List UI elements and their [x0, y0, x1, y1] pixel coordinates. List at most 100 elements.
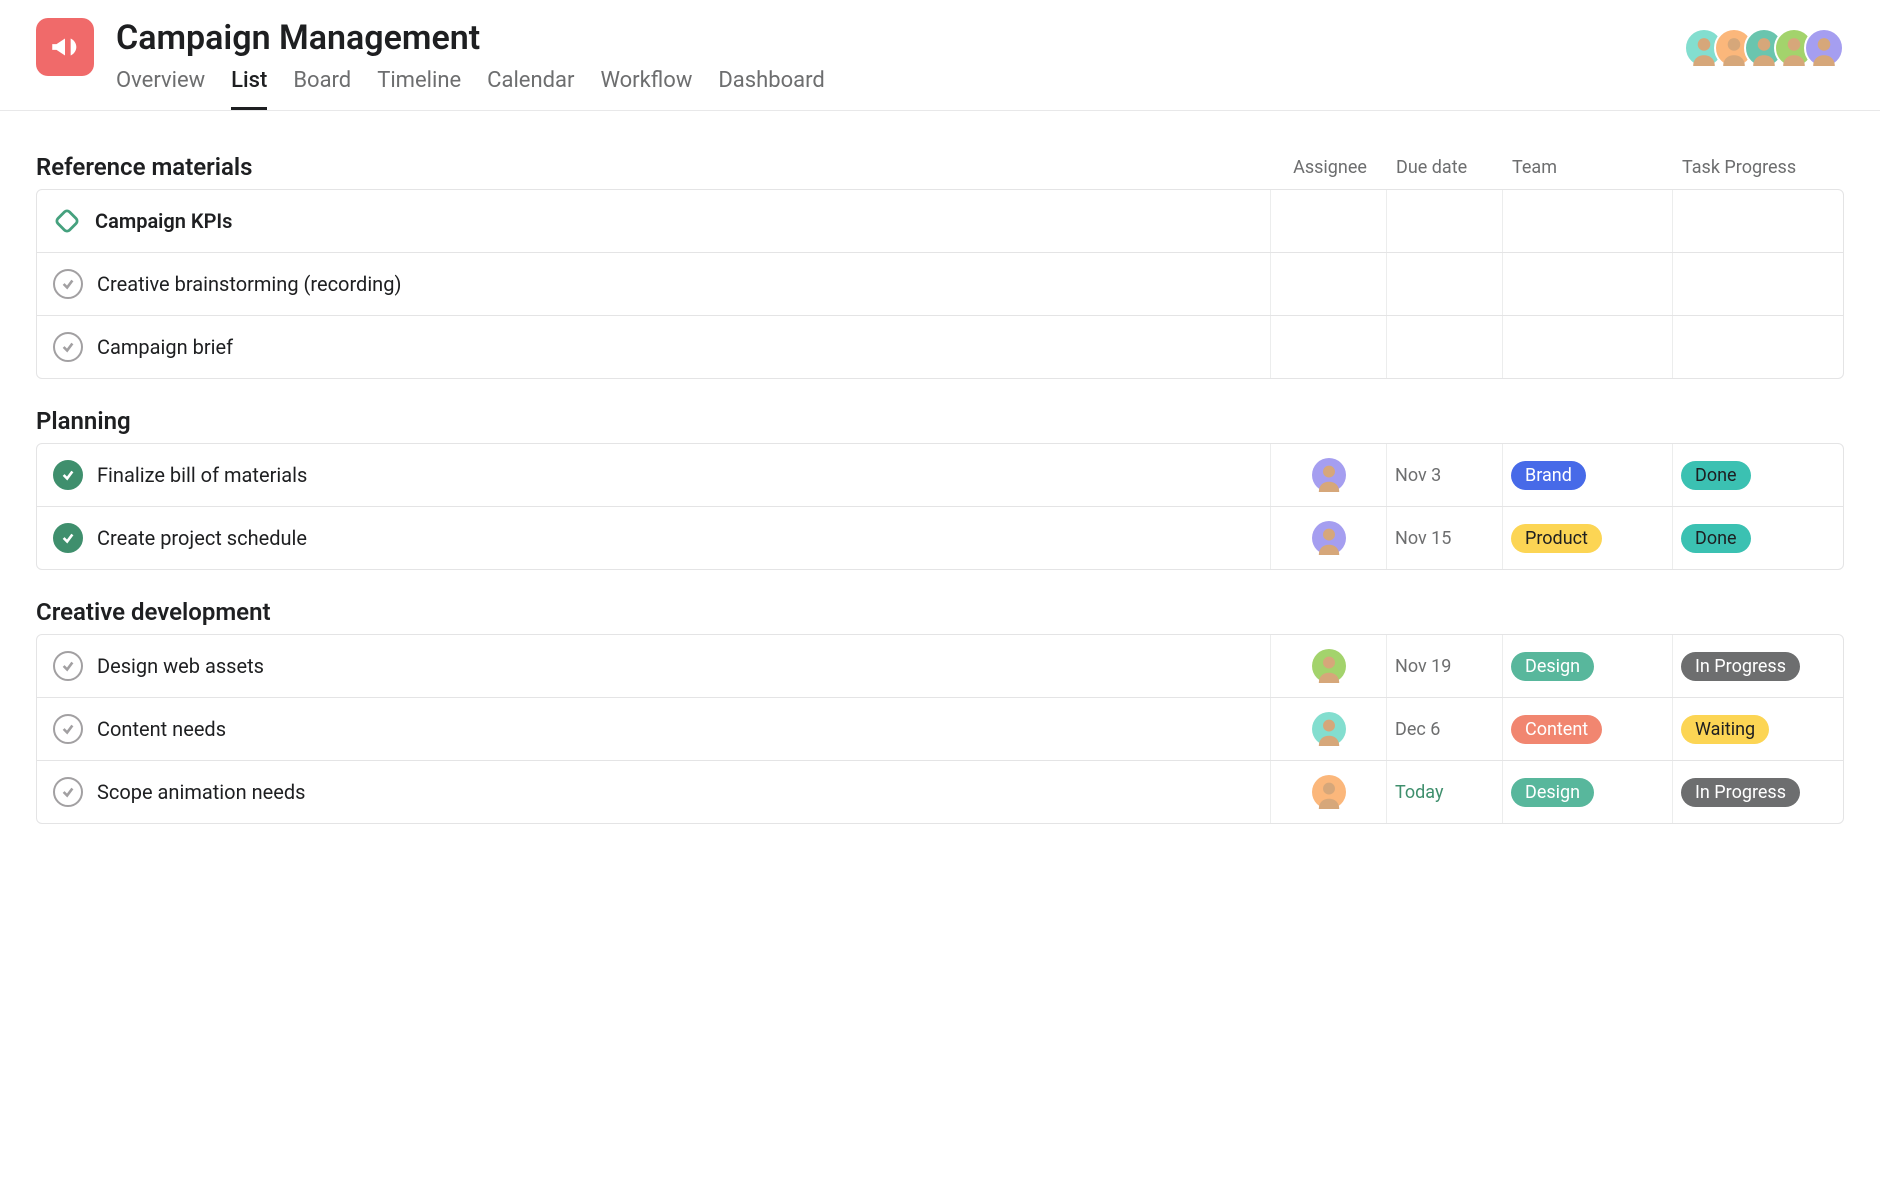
table-row[interactable]: Campaign brief	[37, 316, 1843, 378]
progress-cell[interactable]: In Progress	[1673, 778, 1843, 807]
section-title[interactable]: Reference materials	[36, 153, 1272, 181]
progress-tag: In Progress	[1681, 652, 1800, 681]
table-row[interactable]: Scope animation needs Today Design In Progr…	[37, 761, 1843, 823]
table-row[interactable]: Creative brainstorming (recording)	[37, 253, 1843, 316]
task-cell[interactable]: Campaign brief	[37, 316, 1271, 378]
team-cell[interactable]	[1503, 316, 1673, 378]
task-cell[interactable]: Campaign KPIs	[37, 190, 1271, 252]
progress-cell[interactable]: In Progress	[1673, 652, 1843, 681]
team-cell[interactable]: Product	[1503, 507, 1673, 569]
task-name[interactable]: Creative brainstorming (recording)	[97, 272, 401, 296]
tab-dashboard[interactable]: Dashboard	[718, 68, 824, 110]
assignee-cell[interactable]	[1271, 253, 1387, 315]
team-cell[interactable]: Design	[1503, 635, 1673, 697]
assignee-cell[interactable]	[1271, 635, 1387, 697]
assignee-cell[interactable]	[1271, 190, 1387, 252]
assignee-cell[interactable]	[1271, 507, 1387, 569]
task-cell[interactable]: Create project schedule	[37, 507, 1271, 569]
tab-calendar[interactable]: Calendar	[487, 68, 574, 110]
team-cell[interactable]: Brand	[1503, 444, 1673, 506]
team-tag: Design	[1511, 778, 1594, 807]
table-row[interactable]: Finalize bill of materials Nov 3 Brand Done	[37, 444, 1843, 507]
complete-toggle[interactable]	[53, 269, 83, 299]
collaborators[interactable]	[1684, 28, 1844, 68]
section-header: Creative development	[36, 598, 1844, 626]
due-cell[interactable]	[1387, 253, 1503, 315]
complete-toggle[interactable]	[53, 332, 83, 362]
assignee-cell[interactable]	[1271, 444, 1387, 506]
progress-cell[interactable]: Done	[1673, 461, 1843, 490]
col-due: Due date	[1388, 157, 1504, 178]
due-cell[interactable]: Nov 15	[1387, 507, 1503, 569]
task-name[interactable]: Design web assets	[97, 654, 264, 678]
task-name[interactable]: Content needs	[97, 717, 226, 741]
complete-toggle[interactable]	[53, 714, 83, 744]
team-tag: Brand	[1511, 461, 1586, 490]
collaborator-avatar[interactable]	[1804, 28, 1844, 68]
assignee-avatar[interactable]	[1312, 521, 1346, 555]
table-row[interactable]: Design web assets Nov 19 Design In Progress	[37, 635, 1843, 698]
tab-overview[interactable]: Overview	[116, 68, 205, 110]
team-tag: Product	[1511, 524, 1602, 553]
task-cell[interactable]: Finalize bill of materials	[37, 444, 1271, 506]
milestone-icon	[53, 207, 81, 235]
assignee-avatar[interactable]	[1312, 649, 1346, 683]
team-cell[interactable]	[1503, 190, 1673, 252]
team-cell[interactable]: Design	[1503, 761, 1673, 823]
task-name[interactable]: Create project schedule	[97, 526, 307, 550]
tab-list[interactable]: List	[231, 68, 267, 110]
complete-toggle[interactable]	[53, 651, 83, 681]
due-cell[interactable]	[1387, 190, 1503, 252]
task-rows: Campaign KPIs Creative brainstorming (rec…	[36, 189, 1844, 379]
progress-tag: In Progress	[1681, 778, 1800, 807]
assignee-avatar[interactable]	[1312, 712, 1346, 746]
progress-cell[interactable]: Waiting	[1673, 715, 1843, 744]
section-title[interactable]: Creative development	[36, 598, 1844, 626]
team-tag: Design	[1511, 652, 1594, 681]
task-cell[interactable]: Scope animation needs	[37, 761, 1271, 823]
due-cell[interactable]: Today	[1387, 761, 1503, 823]
section-title[interactable]: Planning	[36, 407, 1844, 435]
due-cell[interactable]: Dec 6	[1387, 698, 1503, 760]
tab-timeline[interactable]: Timeline	[377, 68, 461, 110]
col-assignee: Assignee	[1272, 157, 1388, 178]
project-header: Campaign Management Overview List Board Tim…	[0, 0, 1880, 111]
header-center: Campaign Management Overview List Board Tim…	[116, 18, 1844, 110]
table-row[interactable]: Content needs Dec 6Content Waiting	[37, 698, 1843, 761]
assignee-cell[interactable]	[1271, 316, 1387, 378]
progress-tag: Done	[1681, 461, 1751, 490]
due-cell[interactable]: Nov 19	[1387, 635, 1503, 697]
task-rows: Design web assets Nov 19 Design In Progress…	[36, 634, 1844, 824]
tab-workflow[interactable]: Workflow	[600, 68, 692, 110]
megaphone-icon	[36, 18, 94, 76]
task-cell[interactable]: Content needs	[37, 698, 1271, 760]
due-cell[interactable]	[1387, 316, 1503, 378]
progress-tag: Waiting	[1681, 715, 1769, 744]
task-cell[interactable]: Creative brainstorming (recording)	[37, 253, 1271, 315]
col-team: Team	[1504, 157, 1674, 178]
team-cell[interactable]: Content	[1503, 698, 1673, 760]
assignee-cell[interactable]	[1271, 698, 1387, 760]
section-header: Planning	[36, 407, 1844, 435]
task-cell[interactable]: Design web assets	[37, 635, 1271, 697]
due-cell[interactable]: Nov 3	[1387, 444, 1503, 506]
assignee-avatar[interactable]	[1312, 775, 1346, 809]
task-name[interactable]: Campaign brief	[97, 335, 233, 359]
team-cell[interactable]	[1503, 253, 1673, 315]
task-name[interactable]: Finalize bill of materials	[97, 463, 307, 487]
task-rows: Finalize bill of materials Nov 3 Brand Done…	[36, 443, 1844, 570]
assignee-cell[interactable]	[1271, 761, 1387, 823]
complete-toggle[interactable]	[53, 777, 83, 807]
task-name[interactable]: Campaign KPIs	[95, 209, 232, 233]
project-title: Campaign Management	[116, 18, 1844, 58]
table-row[interactable]: Campaign KPIs	[37, 190, 1843, 253]
complete-toggle[interactable]	[53, 523, 83, 553]
assignee-avatar[interactable]	[1312, 458, 1346, 492]
table-row[interactable]: Create project schedule Nov 15 Product Done	[37, 507, 1843, 569]
tab-board[interactable]: Board	[293, 68, 351, 110]
task-list: Reference materialsAssigneeDue dateTeam T…	[0, 111, 1880, 880]
task-name[interactable]: Scope animation needs	[97, 780, 305, 804]
progress-cell[interactable]: Done	[1673, 524, 1843, 553]
complete-toggle[interactable]	[53, 460, 83, 490]
tabs: Overview List Board Timeline Calendar Workflo…	[116, 68, 1844, 110]
